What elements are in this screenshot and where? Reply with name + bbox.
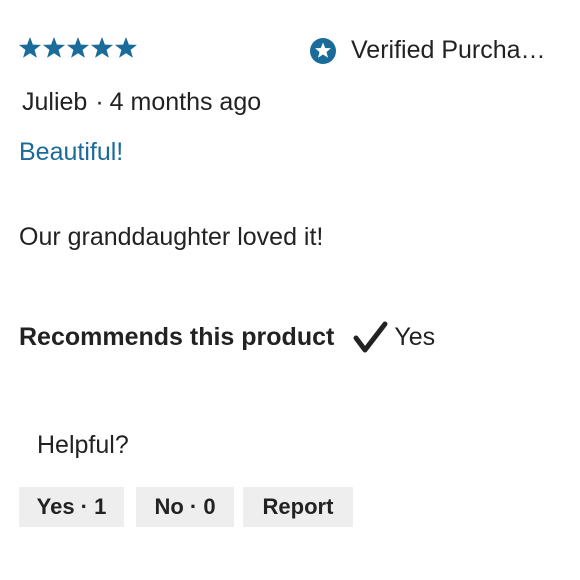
- recommends-label: Recommends this product: [19, 322, 335, 351]
- checkmark-icon: [353, 321, 388, 353]
- review-date: 4 months ago: [109, 88, 262, 116]
- recommends-value: Yes: [394, 322, 436, 351]
- verified-star-icon: [310, 37, 336, 64]
- author-name: Julieb: [22, 88, 88, 116]
- verified-purchase-badge: Verified Purcha…: [309, 36, 546, 65]
- star-icon: [43, 37, 65, 58]
- meta-separator: ·: [95, 88, 104, 116]
- star-icon: [19, 37, 41, 58]
- review-body: Our granddaughter loved it!: [19, 223, 324, 251]
- review-meta: Julieb · 4 months ago: [22, 88, 261, 117]
- helpful-label: Helpful?: [37, 431, 129, 459]
- star-rating: [18, 36, 138, 60]
- verified-purchase-label: Verified Purcha…: [351, 36, 546, 64]
- review-title: Beautiful!: [19, 138, 124, 166]
- recommends-row: Recommends this product Yes: [19, 319, 435, 355]
- star-icon: [67, 37, 89, 58]
- report-button[interactable]: Report: [243, 487, 353, 527]
- helpful-no-button[interactable]: No · 0: [136, 487, 234, 527]
- star-icon: [91, 37, 113, 58]
- star-icon: [115, 37, 137, 58]
- helpful-yes-button[interactable]: Yes · 1: [19, 487, 124, 527]
